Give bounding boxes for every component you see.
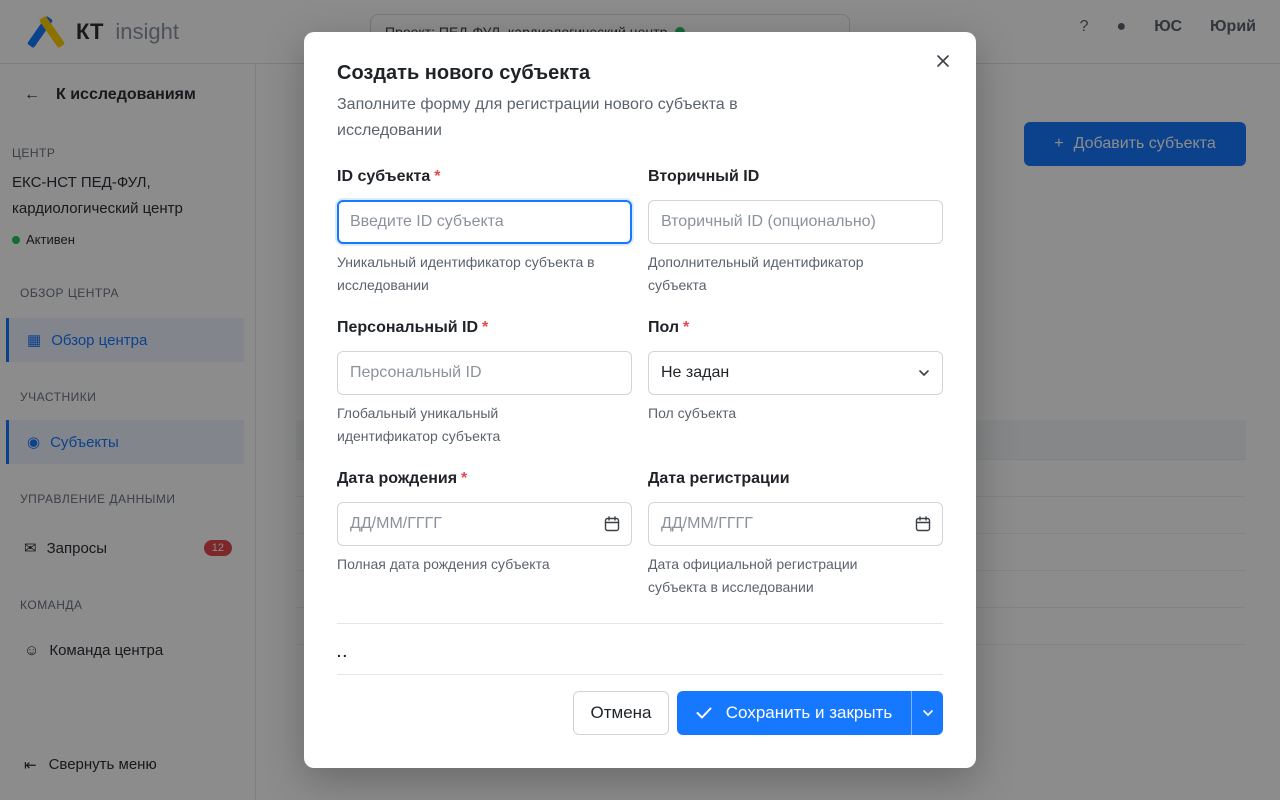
personal-id-helper: Глобальный уникальный идентификатор субъ… (337, 405, 501, 444)
personal-id-label: Персональный ID * (337, 319, 488, 337)
section-divider-top (337, 623, 943, 624)
save-and-close-label: Сохранить и закрыть (725, 703, 893, 722)
calendar-icon[interactable] (604, 516, 620, 532)
birth-date-label: Дата рождения * (337, 470, 467, 488)
secondary-id-input[interactable] (648, 200, 943, 244)
save-options-button[interactable] (911, 691, 943, 735)
secondary-id-label: Вторичный ID (648, 168, 759, 186)
required-marker: * (434, 168, 441, 185)
registration-date-input[interactable] (648, 502, 943, 546)
close-icon (937, 55, 949, 67)
subject-id-label: ID субъекта * (337, 168, 440, 186)
subject-id-input[interactable] (337, 200, 632, 244)
subject-id-helper: Уникальный идентификатор субъекта в иссл… (337, 254, 595, 293)
check-icon (696, 707, 712, 719)
sex-helper: Пол субъекта (648, 405, 737, 421)
personal-id-input[interactable] (337, 351, 632, 395)
subject-id-label-text: ID субъекта (337, 168, 431, 185)
dialog-title: Создать нового субъекта (337, 62, 591, 84)
create-subject-dialog: Создать нового субъекта Заполните форму … (304, 32, 976, 768)
sex-label: Пол * (648, 319, 689, 337)
personal-id-label-text: Персональный ID (337, 319, 479, 336)
secondary-id-helper: Дополнительный идентификатор субъекта (648, 254, 864, 293)
calendar-icon[interactable] (915, 516, 931, 532)
chevron-down-icon (922, 710, 933, 716)
close-dialog-button[interactable] (931, 49, 955, 73)
required-marker: * (482, 319, 489, 336)
required-marker: * (461, 470, 468, 487)
dialog-subtitle: Заполните форму для регистрации нового с… (337, 96, 738, 139)
save-and-close-button[interactable]: Сохранить и закрыть (677, 691, 911, 735)
footer-divider (337, 674, 943, 675)
registration-date-label-text: Дата регистрации (648, 470, 790, 487)
sex-selected-value: Не задан (661, 364, 730, 381)
registration-date-label: Дата регистрации (648, 470, 790, 488)
birth-date-label-text: Дата рождения (337, 470, 458, 487)
next-section-marker: .. (337, 644, 349, 660)
birth-date-input[interactable] (337, 502, 632, 546)
secondary-id-label-text: Вторичный ID (648, 168, 760, 185)
sex-label-text: Пол (648, 319, 680, 336)
chevron-down-icon (919, 370, 929, 376)
birth-date-helper: Полная дата рождения субъекта (337, 556, 550, 572)
sex-select[interactable]: Не задан (648, 351, 943, 395)
registration-date-helper: Дата официальной регистрации субъекта в … (648, 556, 858, 595)
required-marker: * (683, 319, 690, 336)
cancel-button[interactable]: Отмена (573, 691, 669, 735)
